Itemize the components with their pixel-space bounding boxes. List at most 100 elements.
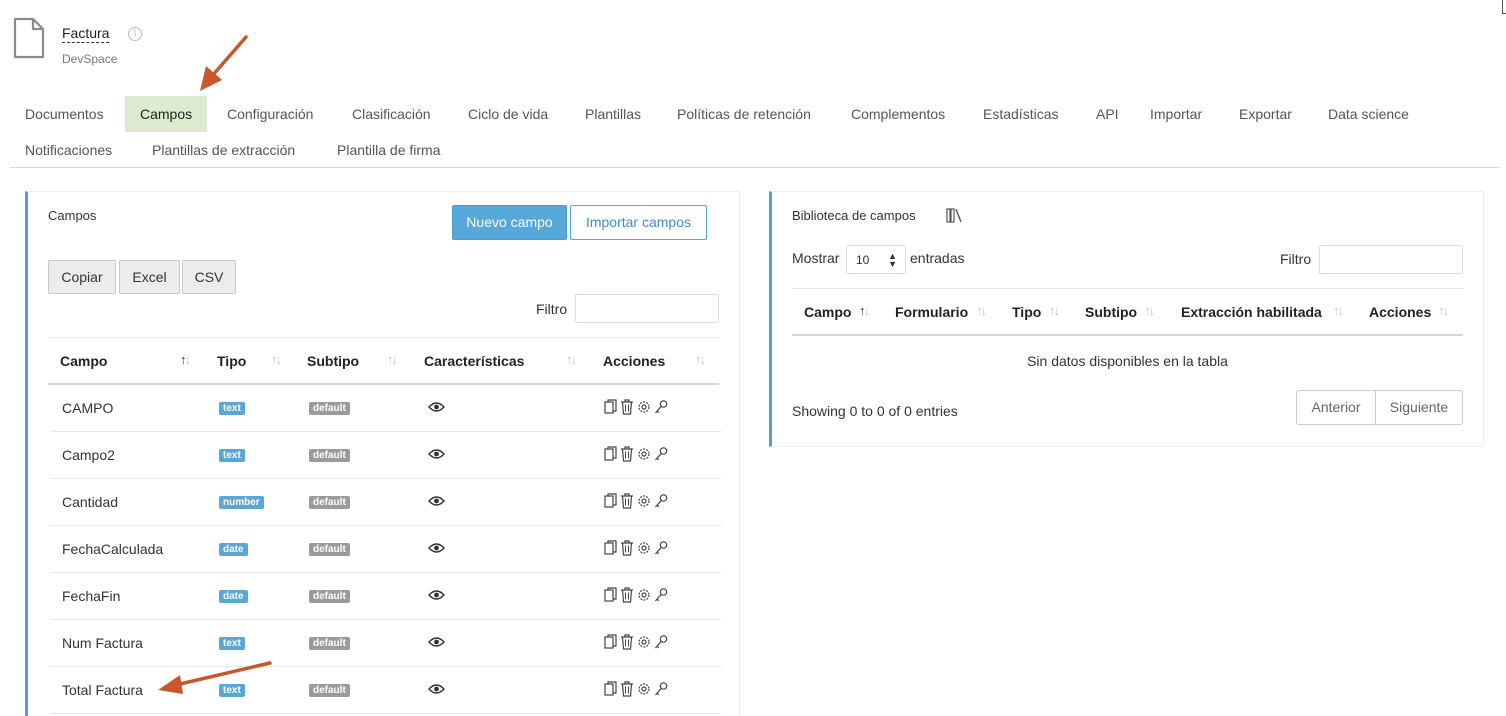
col-header-tipo[interactable]: Tipo <box>217 353 246 369</box>
campo-name[interactable]: Num Factura <box>62 635 143 651</box>
key-icon[interactable] <box>654 399 668 415</box>
sort-icon[interactable]: ↑↓ <box>387 352 398 367</box>
copy-icon[interactable] <box>604 493 618 509</box>
trash-icon[interactable] <box>620 634 634 650</box>
copiar-button[interactable]: Copiar <box>48 260 116 294</box>
sort-icon[interactable]: ↑↓ <box>271 352 282 367</box>
key-icon[interactable] <box>654 587 668 603</box>
lib-col-header-formulario[interactable]: Formulario <box>895 304 968 320</box>
nuevo-campo-button[interactable]: Nuevo campo <box>452 205 567 240</box>
sort-icon[interactable]: ↑↓ <box>695 352 706 367</box>
col-header-acciones[interactable]: Acciones <box>603 353 665 369</box>
copy-icon[interactable] <box>604 540 618 556</box>
table-row[interactable]: Campo2 text default <box>50 432 721 479</box>
anterior-button[interactable]: Anterior <box>1296 390 1376 425</box>
eye-icon[interactable] <box>428 542 445 554</box>
campo-name[interactable]: FechaCalculada <box>62 541 163 557</box>
key-icon[interactable] <box>654 493 668 509</box>
lib-col-header-subtipo[interactable]: Subtipo <box>1085 304 1137 320</box>
table-row[interactable]: FechaFin date default <box>50 573 721 620</box>
trash-icon[interactable] <box>620 446 634 462</box>
biblioteca-filter-input[interactable] <box>1319 245 1463 274</box>
document-title[interactable]: Factura <box>62 25 110 43</box>
excel-button[interactable]: Excel <box>119 260 180 294</box>
tab-estadisticas[interactable]: Estadísticas <box>968 96 1073 132</box>
tab-clasificacion[interactable]: Clasificación <box>337 96 446 132</box>
lib-col-header-campo[interactable]: Campo <box>804 304 851 320</box>
copy-icon[interactable] <box>604 634 618 650</box>
sort-icon[interactable]: ↑↓ <box>1438 303 1449 318</box>
copy-icon[interactable] <box>604 399 618 415</box>
sort-icon[interactable]: ↑↓ <box>1144 303 1155 318</box>
tab-notificaciones[interactable]: Notificaciones <box>10 132 127 168</box>
tab-campos[interactable]: Campos <box>125 96 208 132</box>
col-header-campo[interactable]: Campo <box>60 353 107 369</box>
key-icon[interactable] <box>654 681 668 697</box>
table-header-rule <box>792 334 1463 336</box>
tab-exportar[interactable]: Exportar <box>1224 96 1307 132</box>
campos-filter-input[interactable] <box>575 294 719 323</box>
trash-icon[interactable] <box>620 587 634 603</box>
lib-col-header-tipo[interactable]: Tipo <box>1012 304 1041 320</box>
gear-icon[interactable] <box>637 681 651 697</box>
tab-ciclo-de-vida[interactable]: Ciclo de vida <box>453 96 563 132</box>
eye-icon[interactable] <box>428 683 445 695</box>
campo-name[interactable]: CAMPO <box>62 400 113 416</box>
campo-name[interactable]: Cantidad <box>62 494 118 510</box>
eye-icon[interactable] <box>428 636 445 648</box>
key-icon[interactable] <box>654 446 668 462</box>
key-icon[interactable] <box>654 540 668 556</box>
tab-plantilla-de-firma[interactable]: Plantilla de firma <box>322 132 456 168</box>
tab-importar[interactable]: Importar <box>1135 96 1217 132</box>
campo-name[interactable]: Total Factura <box>62 682 143 698</box>
key-icon[interactable] <box>654 634 668 650</box>
tab-plantillas[interactable]: Plantillas <box>570 96 656 132</box>
table-row[interactable]: CAMPO text default <box>50 385 721 432</box>
trash-icon[interactable] <box>620 399 634 415</box>
copy-icon[interactable] <box>604 587 618 603</box>
gear-icon[interactable] <box>637 493 651 509</box>
sort-icon[interactable]: ↑↓ <box>976 303 987 318</box>
tab-politicas-de-retencion[interactable]: Políticas de retención <box>662 96 826 132</box>
sort-icon[interactable]: ↑↓ <box>180 352 191 367</box>
tab-documentos[interactable]: Documentos <box>10 96 119 132</box>
trash-icon[interactable] <box>620 493 634 509</box>
tab-api[interactable]: API <box>1081 96 1134 132</box>
col-header-caracteristicas[interactable]: Características <box>424 353 524 369</box>
lib-col-header-acciones[interactable]: Acciones <box>1369 304 1431 320</box>
campo-name[interactable]: FechaFin <box>62 588 120 604</box>
sort-icon[interactable]: ↑↓ <box>566 352 577 367</box>
lib-col-header-extraccion-habilitada[interactable]: Extracción habilitada <box>1181 304 1322 320</box>
sort-icon[interactable]: ↑↓ <box>1049 303 1060 318</box>
table-row[interactable]: Total Factura text default <box>50 667 721 714</box>
siguiente-button[interactable]: Siguiente <box>1375 390 1463 425</box>
gear-icon[interactable] <box>637 540 651 556</box>
copy-icon[interactable] <box>604 681 618 697</box>
info-icon[interactable]: i <box>128 27 142 41</box>
eye-icon[interactable] <box>428 589 445 601</box>
trash-icon[interactable] <box>620 540 634 556</box>
eye-icon[interactable] <box>428 495 445 507</box>
gear-icon[interactable] <box>637 587 651 603</box>
table-row[interactable]: FechaCalculada date default <box>50 526 721 573</box>
gear-icon[interactable] <box>637 446 651 462</box>
gear-icon[interactable] <box>637 634 651 650</box>
table-row[interactable]: Num Factura text default <box>50 620 721 667</box>
table-row[interactable]: Cantidad number default <box>50 479 721 526</box>
entries-select[interactable]: 10 ▲ ▼ <box>846 245 906 274</box>
eye-icon[interactable] <box>428 401 445 413</box>
tab-configuracion[interactable]: Configuración <box>212 96 328 132</box>
importar-campos-button[interactable]: Importar campos <box>570 205 707 240</box>
tab-plantillas-de-extraccion[interactable]: Plantillas de extracción <box>137 132 310 168</box>
eye-icon[interactable] <box>428 448 445 460</box>
tab-data-science[interactable]: Data science <box>1313 96 1424 132</box>
tab-complementos[interactable]: Complementos <box>836 96 960 132</box>
campo-name[interactable]: Campo2 <box>62 447 115 463</box>
col-header-subtipo[interactable]: Subtipo <box>307 353 359 369</box>
gear-icon[interactable] <box>637 399 651 415</box>
sort-icon[interactable]: ↑↓ <box>1333 303 1344 318</box>
sort-icon[interactable]: ↑↓ <box>859 303 870 318</box>
csv-button[interactable]: CSV <box>182 260 236 294</box>
trash-icon[interactable] <box>620 681 634 697</box>
copy-icon[interactable] <box>604 446 618 462</box>
